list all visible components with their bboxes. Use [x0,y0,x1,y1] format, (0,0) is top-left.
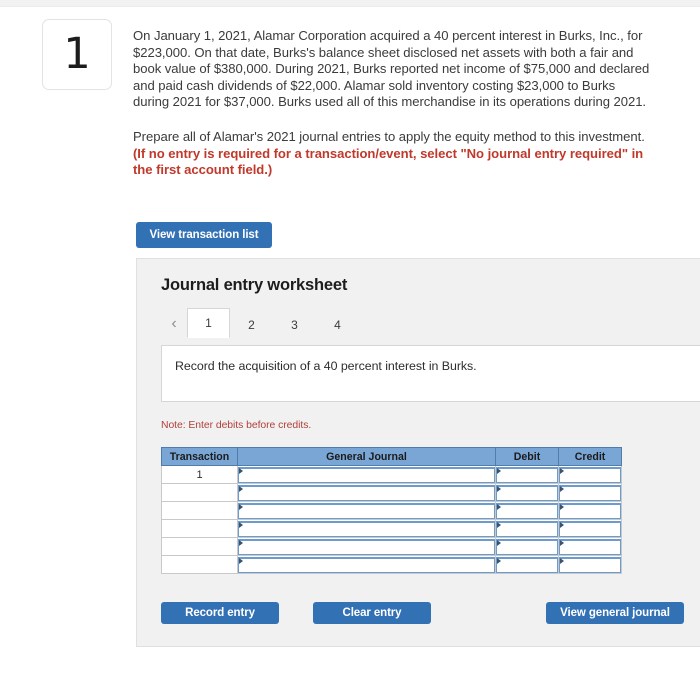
table-row [161,483,622,502]
column-header-general-journal: General Journal [237,447,496,466]
general-journal-cell[interactable] [237,519,496,538]
dropdown-marker-icon [239,467,243,474]
general-journal-cell[interactable] [237,465,496,484]
dropdown-marker-icon [239,485,243,492]
column-header-transaction: Transaction [161,447,238,466]
question-paragraph-2-lead: Prepare all of Alamar's 2021 journal ent… [133,128,645,144]
question-paragraph-1: On January 1, 2021, Alamar Corporation a… [133,28,650,110]
dropdown-marker-icon [239,539,243,546]
credit-cell[interactable] [558,555,622,574]
question-number-box: 1 [42,19,112,90]
dropdown-marker-icon [497,557,501,564]
clear-entry-button[interactable]: Clear entry [313,602,431,624]
dropdown-marker-icon [239,503,243,510]
page-root: 1 On January 1, 2021, Alamar Corporation… [0,0,700,700]
question-requirement-note: (If no entry is required for a transacti… [133,145,644,178]
dropdown-marker-icon [239,521,243,528]
dropdown-marker-icon [560,467,564,474]
dropdown-marker-icon [560,539,564,546]
journal-entry-worksheet-panel: Journal entry worksheet ‹ 1 2 3 4 Record… [136,258,700,647]
dropdown-marker-icon [497,521,501,528]
question-paragraph-2: Prepare all of Alamar's 2021 journal ent… [133,129,653,179]
general-journal-cell[interactable] [237,501,496,520]
debit-cell[interactable] [495,555,559,574]
credit-cell[interactable] [558,483,622,502]
transaction-number-cell [161,555,238,574]
view-general-journal-button[interactable]: View general journal [546,602,684,624]
general-journal-cell[interactable] [237,537,496,556]
table-row [161,501,622,520]
table-row [161,555,622,574]
credit-cell[interactable] [558,537,622,556]
journal-entry-table-body: 1 [161,465,622,574]
dropdown-marker-icon [497,503,501,510]
table-header-row: Transaction General Journal Debit Credit [161,447,622,466]
journal-entry-table: Transaction General Journal Debit Credit… [161,447,622,574]
debit-cell[interactable] [495,537,559,556]
transaction-number-cell: 1 [161,465,238,484]
worksheet-title: Journal entry worksheet [161,276,348,294]
table-row [161,537,622,556]
transaction-number-cell [161,537,238,556]
column-header-debit: Debit [495,447,559,466]
dropdown-marker-icon [560,503,564,510]
credit-cell[interactable] [558,519,622,538]
view-transaction-list-button[interactable]: View transaction list [136,222,272,248]
dropdown-marker-icon [560,485,564,492]
debits-before-credits-note: Note: Enter debits before credits. [161,420,312,431]
transaction-number-cell [161,519,238,538]
table-row [161,519,622,538]
dropdown-marker-icon [239,557,243,564]
debit-cell[interactable] [495,465,559,484]
credit-cell[interactable] [558,465,622,484]
general-journal-cell[interactable] [237,555,496,574]
tab-3[interactable]: 3 [273,310,316,338]
transaction-number-cell [161,501,238,520]
dropdown-marker-icon [497,485,501,492]
debit-cell[interactable] [495,519,559,538]
top-strip [0,0,700,7]
tab-4[interactable]: 4 [316,310,359,338]
dropdown-marker-icon [497,539,501,546]
table-row: 1 [161,465,622,484]
debit-cell[interactable] [495,483,559,502]
tab-1[interactable]: 1 [187,308,230,338]
question-body: On January 1, 2021, Alamar Corporation a… [133,28,653,179]
transaction-number-cell [161,483,238,502]
record-entry-button[interactable]: Record entry [161,602,279,624]
tab-2[interactable]: 2 [230,310,273,338]
instruction-text: Record the acquisition of a 40 percent i… [175,359,477,373]
general-journal-cell[interactable] [237,483,496,502]
instruction-box: Record the acquisition of a 40 percent i… [161,345,700,402]
question-number: 1 [63,29,91,79]
credit-cell[interactable] [558,501,622,520]
debit-cell[interactable] [495,501,559,520]
column-header-credit: Credit [558,447,622,466]
dropdown-marker-icon [560,521,564,528]
worksheet-tab-bar: ‹ 1 2 3 4 [161,308,691,338]
dropdown-marker-icon [497,467,501,474]
previous-tab-arrow-icon[interactable]: ‹ [161,310,187,338]
dropdown-marker-icon [560,557,564,564]
